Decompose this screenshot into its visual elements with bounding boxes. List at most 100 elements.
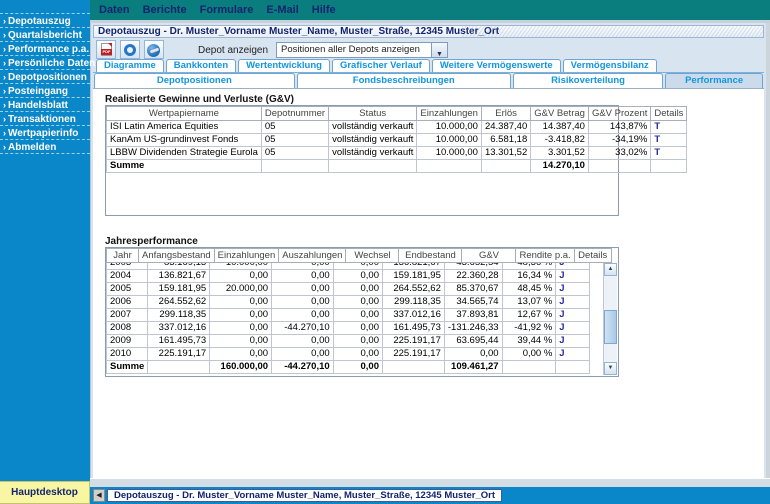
depot-select-arrow-button[interactable]: ▼ [432,42,448,58]
menu-hilfe[interactable]: Hilfe [310,2,345,18]
column-header-erlös[interactable]: Erlös [480,106,532,121]
column-header-rendite-p-a-[interactable]: Rendite p.a. [515,248,575,263]
cell [260,159,330,173]
column-header-auszahlungen[interactable]: Auszahlungen [278,248,347,263]
cell: 0,00 [443,347,503,361]
scroll-up-icon[interactable]: ▲ [604,263,617,276]
sidebar-item-transaktionen[interactable]: › Transaktionen [0,112,90,126]
column-header-wechsel[interactable]: Wechsel [345,248,400,263]
yearly-performance-table-container: Jahr Anfangsbestand Einzahlungen Auszahlung… [105,247,619,377]
menu-daten[interactable]: Daten [97,2,139,18]
chevron-right-icon: › [3,30,6,40]
sidebar-item-performance-p-a-[interactable]: › Performance p.a. [0,42,90,56]
column-header-anfangsbestand[interactable]: Anfangsbestand [138,248,215,263]
tab-performance[interactable]: Performance [665,73,763,88]
details-link[interactable]: T [654,135,660,146]
column-header-einzahlungen[interactable]: Einzahlungen [416,106,482,121]
cell: 63.695,44 [443,334,503,348]
tab-depotpositionen[interactable]: Depotpositionen [94,73,295,88]
details-link[interactable]: J [559,310,564,321]
depot-select-value[interactable]: Positionen aller Depots anzeigen [276,42,432,58]
sidebar-item-wertpapierinfo[interactable]: › Wertpapierinfo [0,126,90,140]
column-header-g-v-betrag[interactable]: G&V Betrag [530,106,589,121]
cell: 0,00 [332,360,384,374]
sidebar-item-posteingang[interactable]: › Posteingang [0,84,90,98]
sidebar-item-abmelden[interactable]: › Abmelden [0,140,90,154]
report-button[interactable] [120,40,140,59]
tab-vermögensbilanz[interactable]: Vermögensbilanz [562,59,657,72]
depot-select[interactable]: Positionen aller Depots anzeigen ▼ [276,42,448,58]
details-link[interactable]: T [654,122,660,133]
column-header-endbestand[interactable]: Endbestand [398,248,463,263]
cell: 0,00 [209,334,273,348]
cell: 0,00 % [501,347,557,361]
tab-risikoverteilung[interactable]: Risikoverteilung [512,73,664,88]
column-header-einzahlungen[interactable]: Einzahlungen [213,248,280,263]
column-header-details[interactable]: Details [650,106,688,121]
column-header-status[interactable]: Status [328,106,418,121]
details-link[interactable]: J [559,263,564,268]
menu-berichte[interactable]: Berichte [141,2,196,18]
taskbar-scroll-left-icon[interactable]: ◀ [93,489,105,502]
cell: -44.270,10 [271,321,334,335]
cell: 13.301,52 [480,146,532,160]
cell: 2007 [106,308,149,322]
sidebar-item-persönliche-daten[interactable]: › Persönliche Daten [0,56,95,70]
summe-row: Summe 160.000,00 -44.270,10 0,00 109.461,27 [106,360,590,374]
taskbar-item-depotauszug[interactable]: Depotauszug - Dr. Muster_Vorname Muster_… [107,489,502,502]
details-link[interactable]: T [654,148,660,159]
tools-button[interactable] [144,40,164,59]
hauptdesktop-button[interactable]: Hauptdesktop [0,481,90,504]
cell: 0,00 [332,269,384,283]
tab-weitere-vermögenswerte[interactable]: Weitere Vermögenswerte [431,59,561,72]
pdf-export-button[interactable]: PDF [96,40,116,59]
chevron-right-icon: › [3,44,6,54]
cell: 2009 [106,334,149,348]
details-link[interactable]: J [559,284,564,295]
tab-diagramme[interactable]: Diagramme [96,59,164,72]
tools-icon [147,44,160,57]
scrollbar-thumb[interactable] [604,310,617,344]
column-header-wertpapiername[interactable]: Wertpapiername [106,106,262,121]
cell: 12,67 % [501,308,557,322]
scroll-down-icon[interactable]: ▼ [604,362,617,375]
cell: 10.000,00 [416,146,482,160]
yearly-performance-scroll-viewport: 200383.169,1310.000,000,000,00136.821,67… [106,263,590,375]
tab-bankkonten[interactable]: Bankkonten [165,59,237,72]
cell: ISI Latin America Equities [106,120,262,134]
details-link[interactable]: J [559,323,564,334]
tab-wertentwicklung[interactable]: Wertentwicklung [238,59,330,72]
cell: 14.387,40 [530,120,589,134]
content-panel: Realisierte Gewinne und Verluste (G&V) W… [93,88,764,478]
chevron-right-icon: › [3,16,6,26]
column-header-g-v-prozent[interactable]: G&V Prozent [587,106,652,121]
cell [147,360,211,374]
sidebar-item-quartalsbericht[interactable]: › Quartalsbericht [0,28,90,42]
details-link[interactable]: J [559,336,564,347]
cell: 37.893,81 [443,308,503,322]
details-link[interactable]: J [559,349,564,360]
cell [587,159,652,173]
column-header-depotnummer[interactable]: Depotnummer [260,106,330,121]
cell: 05 [260,120,330,134]
details-link[interactable]: J [559,297,564,308]
details-link[interactable]: J [559,271,564,282]
main-window: Depotauszug - Dr. Muster_Vorname Muster_… [90,23,770,478]
cell [555,360,590,374]
sidebar-item-handelsblatt[interactable]: › Handelsblatt [0,98,90,112]
cell [480,159,532,173]
yearly-performance-title: Jahresperformance [105,236,198,247]
menu-e-mail[interactable]: E-Mail [264,2,307,18]
menu-formulare[interactable]: Formulare [198,2,263,18]
vertical-scrollbar[interactable]: ▲ ▼ [603,263,617,375]
sidebar-item-depotauszug[interactable]: › Depotauszug [0,14,90,28]
column-header-details[interactable]: Details [573,248,612,263]
cell: 3.301,52 [530,146,589,160]
cell: 14.270,10 [530,159,589,173]
cell: 33,02% [587,146,652,160]
tab-fondsbeschreibungen[interactable]: Fondsbeschreibungen [296,73,511,88]
sidebar-item-depotpositionen[interactable]: › Depotpositionen [0,70,90,84]
tab-grafischer-verlauf[interactable]: Grafischer Verlauf [331,59,430,72]
column-header-jahr[interactable]: Jahr [106,248,139,263]
column-header-g-v[interactable]: G&V [461,248,517,263]
